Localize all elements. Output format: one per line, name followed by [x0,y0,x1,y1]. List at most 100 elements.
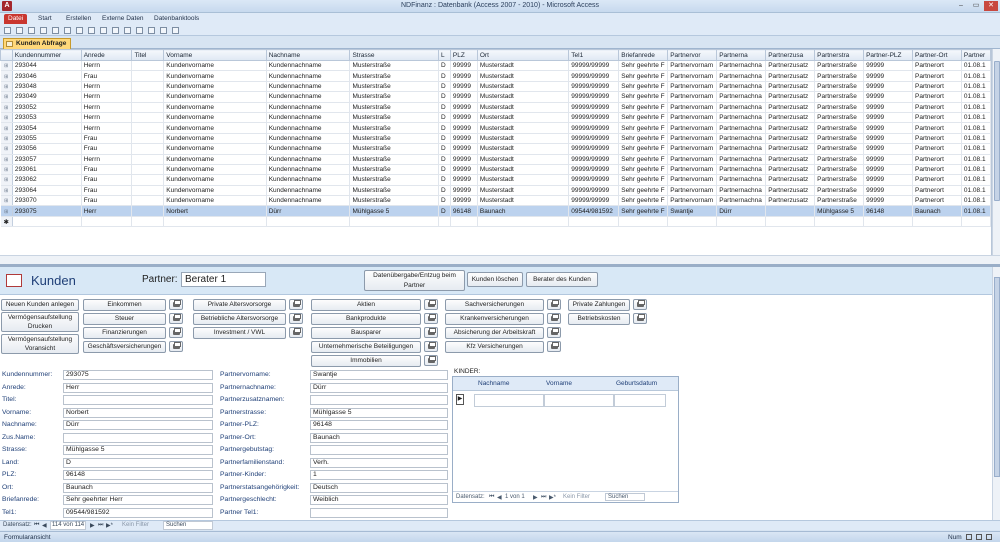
expand-icon[interactable]: ⊞ [4,84,8,90]
kinder-filter-indicator[interactable]: Kein Filter [563,494,590,500]
table-cell[interactable]: Musterstraße [349,185,439,197]
row-selector[interactable]: ⊞ [0,164,13,176]
print-preview-icon[interactable] [64,27,71,34]
datasheet-vertical-scrollbar[interactable] [992,49,1000,255]
field-input[interactable]: 293075 [63,370,213,380]
betriebliche-altersvorsorge-print-button[interactable] [289,313,303,324]
row-selector[interactable]: ⊞ [0,70,13,82]
table-cell[interactable]: Herrn [81,112,133,124]
vermoegensaufstellung-voransicht-button[interactable]: Vermögensaufstellung Voransicht [1,334,79,354]
table-cell[interactable]: 01.08.1 [961,164,991,176]
table-cell[interactable]: Kundennachname [266,112,351,124]
table-cell[interactable]: Partnernachna [716,102,767,113]
table-cell[interactable]: Partnernachna [716,81,767,93]
next-record-icon[interactable]: ▶ [90,522,95,529]
field-input[interactable]: Deutsch [310,482,448,493]
table-cell[interactable] [131,143,165,155]
table-cell[interactable]: 99999 [450,154,478,165]
table-cell[interactable]: 99999 [863,185,913,197]
table-cell[interactable]: 293070 [12,195,82,207]
new-record-selector-icon[interactable]: ▶ [456,394,464,405]
table-cell[interactable] [131,60,165,72]
table-cell[interactable]: 96148 [450,205,478,217]
table-cell[interactable]: 99999 [450,133,478,145]
kinder-subform[interactable]: Nachname Vorname Geburtsdatum ▶ Datensat… [452,376,679,503]
finanzierungen-print-button[interactable] [169,327,183,338]
table-cell[interactable]: D [438,164,451,176]
table-cell[interactable]: Kundennachname [266,185,351,197]
table-cell[interactable]: Partnerstraße [814,112,865,124]
table-cell[interactable]: Kundenvorname [163,164,267,176]
table-cell[interactable]: 01.08.1 [961,133,991,145]
krankenversicherungen-print-button[interactable] [547,313,561,324]
table-cell[interactable] [131,112,165,124]
table-row[interactable]: ⊞ 293055 Frau Kundenvorname Kundennachname Mu… [0,133,991,145]
field-input[interactable]: Weiblich [310,495,448,505]
bankprodukte-print-button[interactable] [424,313,438,324]
table-cell[interactable]: 01.08.1 [961,174,991,186]
column-header[interactable]: Partner [960,49,991,61]
table-cell[interactable]: Kundenvorname [163,112,267,124]
table-cell[interactable]: Partnervornam [667,60,718,72]
table-cell[interactable]: Partnervornam [667,81,718,93]
save-icon[interactable] [4,27,11,34]
krankenversicherungen-button[interactable]: Krankenversicherungen [445,313,544,325]
select-all-corner[interactable] [0,49,13,61]
table-cell[interactable]: Kundennachname [266,60,351,72]
table-cell[interactable]: Sehr geehrte F [618,91,669,103]
unternehmerische-beteiligungen-button[interactable]: Unternehmerische Beteiligungen [311,341,421,353]
field-input[interactable] [63,432,213,443]
private-zahlungen-button[interactable]: Private Zahlungen [568,299,630,311]
table-cell[interactable]: D [438,174,451,186]
table-cell[interactable] [716,216,767,228]
table-cell[interactable]: D [438,185,451,197]
table-cell[interactable]: Musterstraße [349,133,439,145]
kinder-next-record-icon[interactable]: ▶ [533,494,538,501]
table-cell[interactable]: 99999 [863,112,913,124]
table-cell[interactable]: Sehr geehrte F [618,112,669,124]
table-cell[interactable]: Partnerzusatz [765,154,816,165]
table-cell[interactable]: Partnerstraße [814,133,865,145]
table-cell[interactable]: 99999 [863,143,913,155]
table-cell[interactable]: Herrn [81,102,133,113]
table-cell[interactable]: Musterstraße [349,174,439,186]
table-cell[interactable]: Partnernachna [716,174,767,186]
table-cell[interactable]: D [438,102,451,113]
table-cell[interactable]: Sehr geehrte F [618,143,669,155]
table-cell[interactable] [568,216,620,228]
table-cell[interactable]: Musterstadt [477,143,570,155]
customize-toolbar-icon[interactable] [172,27,179,34]
table-cell[interactable]: Musterstraße [349,91,439,103]
table-cell[interactable]: D [438,81,451,93]
table-cell[interactable]: Partnernachna [716,154,767,165]
datasheet-horizontal-scrollbar[interactable] [0,255,1000,264]
table-cell[interactable]: Partnerzusatz [765,174,816,186]
column-header[interactable]: Strasse [349,49,439,61]
table-cell[interactable]: Frau [81,185,133,197]
table-cell[interactable]: 99999/99999 [568,60,620,72]
table-cell[interactable]: 09544/981592 [568,205,620,217]
table-cell[interactable]: Partnerort [912,112,962,124]
table-cell[interactable]: Musterstadt [477,133,570,145]
table-cell[interactable]: 01.08.1 [961,91,991,103]
table-cell[interactable]: Partnernachna [716,164,767,176]
table-cell[interactable]: Partnerstraße [814,174,865,186]
table-cell[interactable]: D [438,154,451,165]
table-cell[interactable]: Kundennachname [266,133,351,145]
table-cell[interactable]: Kundenvorname [163,102,267,113]
table-cell[interactable] [131,216,165,228]
table-cell[interactable]: Partnerort [912,143,962,155]
table-cell[interactable] [81,216,133,228]
table-cell[interactable]: 293056 [12,143,82,155]
tab-kunden-abfrage[interactable]: Kunden Abfrage [3,38,72,49]
field-input[interactable]: Herr [63,382,213,393]
table-cell[interactable]: Musterstadt [477,185,570,197]
steuer-button[interactable]: Steuer [83,313,166,325]
expand-icon[interactable]: ⊞ [4,115,8,121]
column-header[interactable]: Anrede [80,49,133,61]
maximize-button[interactable]: ▭ [969,1,983,11]
row-selector[interactable]: ⊞ [0,122,13,134]
table-cell[interactable]: 99999/99999 [568,164,620,176]
field-input[interactable] [310,445,448,455]
refresh-icon[interactable] [40,27,47,34]
